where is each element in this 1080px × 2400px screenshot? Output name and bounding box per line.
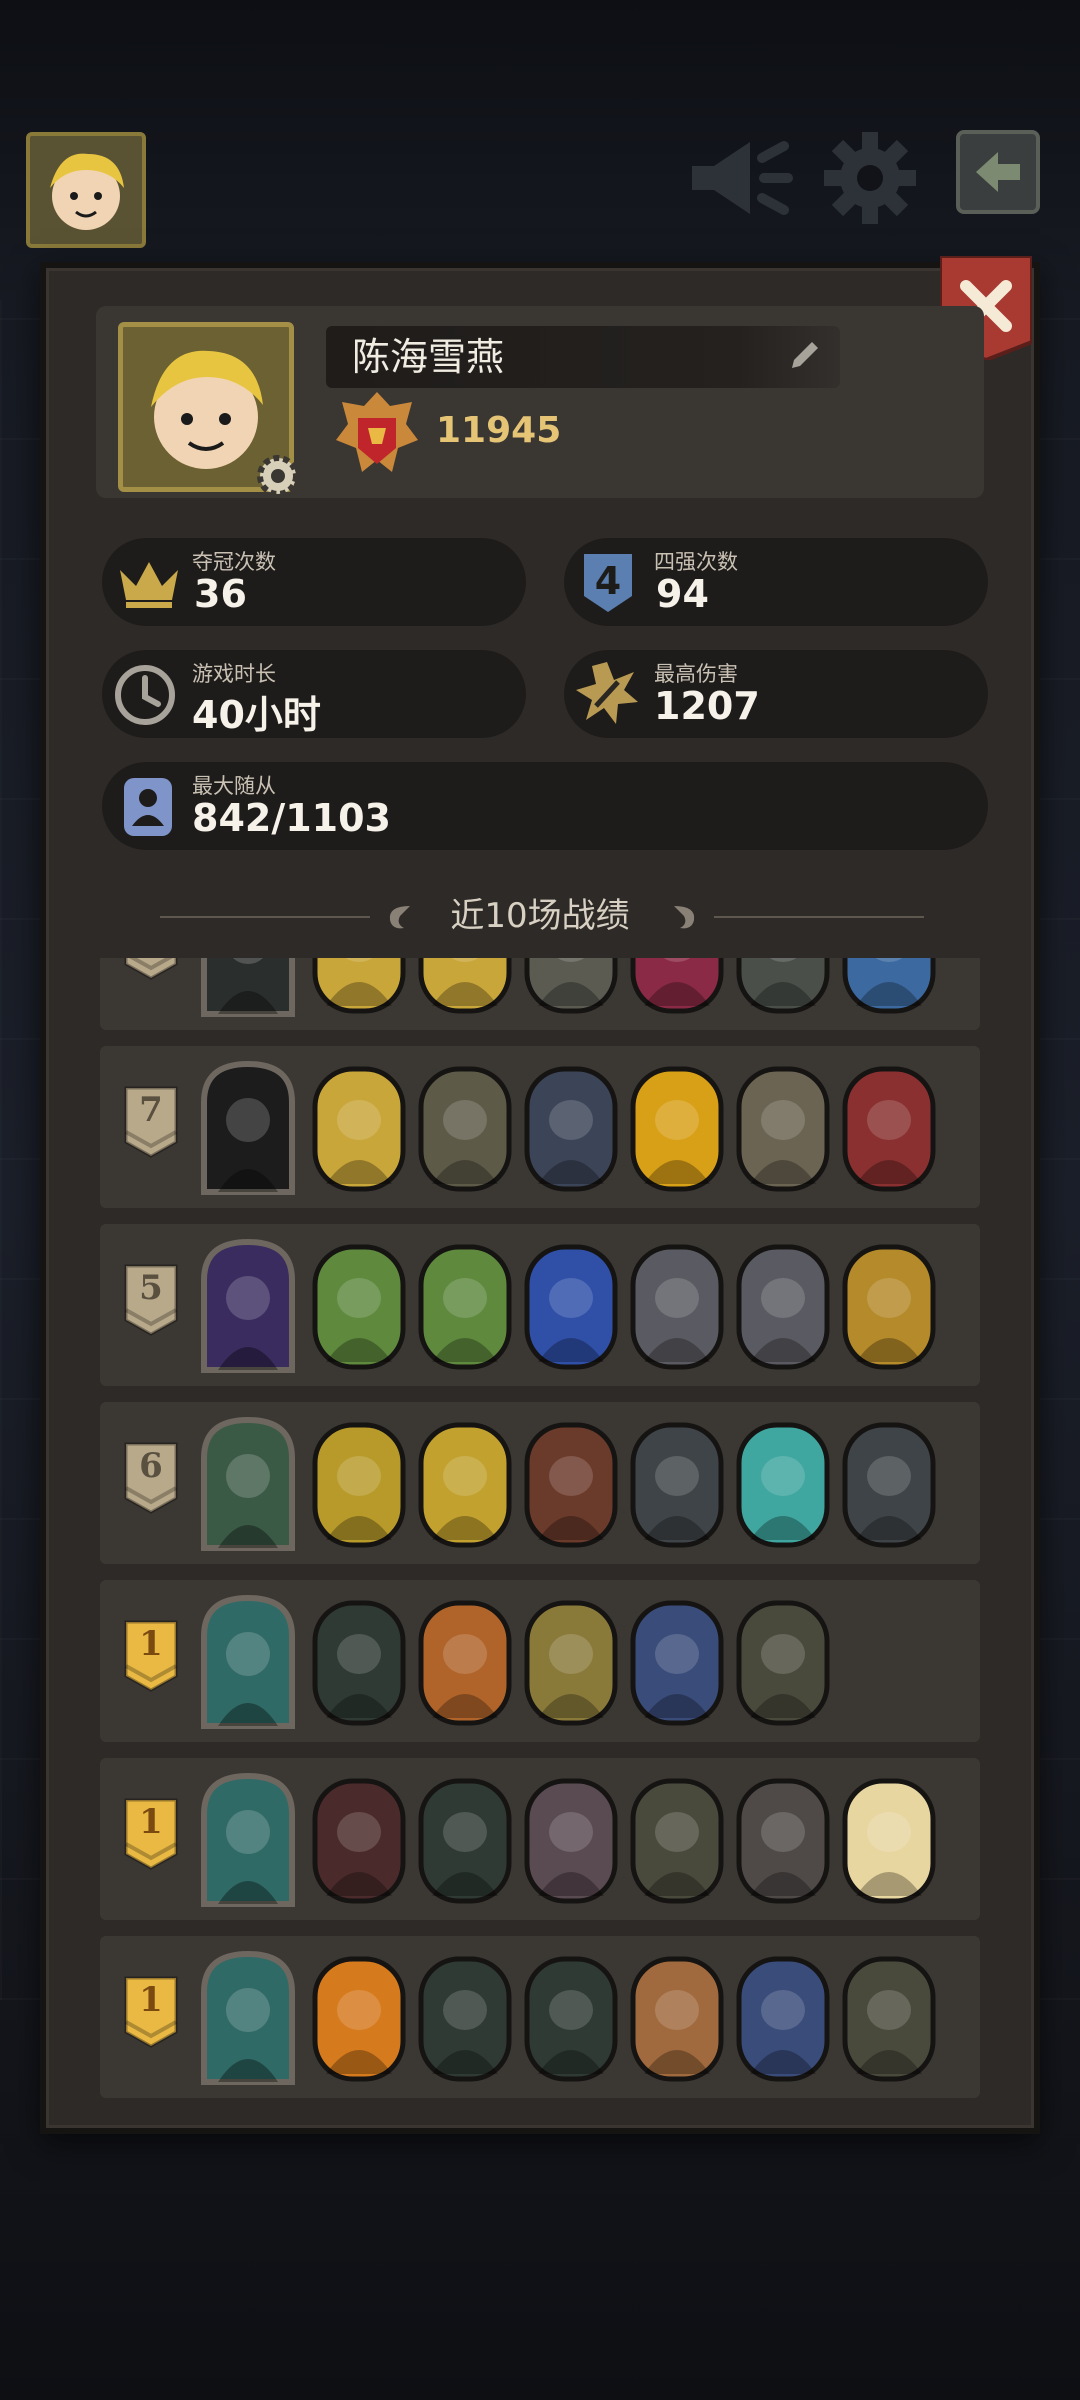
match-record[interactable]: 6 (100, 1402, 980, 1564)
unit-card[interactable] (524, 1244, 618, 1370)
rank-emblem-icon (332, 388, 422, 488)
pencil-icon[interactable] (786, 338, 822, 378)
rank-number: 5 (139, 1268, 163, 1308)
unit-card[interactable] (524, 958, 618, 1014)
unit-card[interactable] (630, 958, 724, 1014)
unit-card[interactable] (736, 1600, 830, 1726)
player-avatar-icon (50, 153, 124, 230)
clock-icon (114, 664, 176, 730)
match-record[interactable]: 1 (100, 1758, 980, 1920)
unit-card[interactable] (736, 1244, 830, 1370)
rank-badge-icon (124, 958, 178, 980)
rank-number: 1 (139, 1802, 163, 1842)
unit-card[interactable] (842, 958, 936, 1014)
unit-card[interactable] (418, 1422, 512, 1548)
hero-portrait[interactable] (196, 1236, 300, 1374)
unit-card[interactable] (524, 1600, 618, 1726)
unit-card[interactable] (312, 1778, 406, 1904)
unit-card[interactable] (418, 1778, 512, 1904)
unit-card[interactable] (736, 1956, 830, 2082)
unit-card[interactable] (630, 1066, 724, 1192)
follower-icon (120, 774, 176, 844)
rank-number: 1 (139, 1624, 163, 1664)
top-player-avatar[interactable] (26, 132, 146, 248)
rank-badge: 7 (124, 1086, 178, 1158)
unit-card[interactable] (524, 1422, 618, 1548)
unit-card[interactable] (524, 1956, 618, 2082)
rank-number: 1 (139, 1980, 163, 2020)
rank-badge: 5 (124, 1264, 178, 1336)
recent-matches-list[interactable]: 5 7 5 6 1 1 1 (100, 958, 984, 2098)
unit-card[interactable] (312, 1600, 406, 1726)
unit-card[interactable] (630, 1422, 724, 1548)
unit-card[interactable] (312, 1244, 406, 1370)
gear-icon[interactable] (820, 128, 920, 232)
rank-number: 6 (139, 1446, 163, 1486)
unit-card[interactable] (524, 1066, 618, 1192)
rank-badge: 1 (124, 1798, 178, 1870)
stat-value: 36 (194, 572, 247, 616)
hero-portrait[interactable] (196, 1948, 300, 2086)
match-record[interactable]: 1 (100, 1580, 980, 1742)
hero-portrait[interactable] (196, 1414, 300, 1552)
unit-card[interactable] (842, 1956, 936, 2082)
match-record[interactable]: 5 (100, 1224, 980, 1386)
divider-right (714, 916, 924, 918)
recent-matches-title: 近10场战绩 (450, 896, 630, 936)
stat-value: 94 (656, 572, 709, 616)
unit-card[interactable] (630, 1778, 724, 1904)
avatar-settings-gear-icon[interactable] (254, 452, 302, 504)
megaphone-icon[interactable] (684, 128, 794, 232)
hero-portrait[interactable] (196, 1592, 300, 1730)
player-score: 11945 (436, 410, 562, 451)
unit-card[interactable] (842, 1778, 936, 1904)
unit-card[interactable] (736, 958, 830, 1014)
unit-card[interactable] (418, 1600, 512, 1726)
rank-badge: 5 (124, 958, 178, 980)
unit-card[interactable] (312, 1422, 406, 1548)
stat-value: 1207 (654, 684, 760, 728)
unit-card[interactable] (418, 1244, 512, 1370)
rank-badge: 1 (124, 1976, 178, 2048)
stat-value: 842/1103 (192, 796, 391, 840)
rank-number: 7 (139, 1090, 163, 1130)
crown-icon (116, 556, 182, 614)
unit-card[interactable] (418, 1956, 512, 2082)
unit-card[interactable] (736, 1066, 830, 1192)
unit-card[interactable] (736, 1422, 830, 1548)
match-record[interactable]: 7 (100, 1046, 980, 1208)
unit-card[interactable] (418, 1066, 512, 1192)
unit-card[interactable] (842, 1422, 936, 1548)
match-record[interactable]: 5 (100, 958, 980, 1030)
unit-card[interactable] (842, 1244, 936, 1370)
unit-card[interactable] (736, 1778, 830, 1904)
hero-portrait[interactable] (196, 958, 300, 1018)
unit-card[interactable] (312, 1066, 406, 1192)
burst-icon (574, 660, 640, 730)
unit-card[interactable] (842, 1066, 936, 1192)
stat-value: 40小时 (192, 693, 321, 737)
rank-badge: 1 (124, 1620, 178, 1692)
top4-icon-glyph: 4 (595, 559, 621, 603)
unit-card[interactable] (630, 1956, 724, 2082)
top4-icon: 4 (580, 550, 636, 620)
unit-card[interactable] (524, 1778, 618, 1904)
match-record[interactable]: 1 (100, 1936, 980, 2098)
player-name: 陈海雪燕 (352, 335, 505, 379)
exit-arrow-icon[interactable] (954, 128, 1042, 220)
unit-card[interactable] (312, 1956, 406, 2082)
rank-badge: 6 (124, 1442, 178, 1514)
ornament-right-icon (668, 900, 702, 938)
hero-portrait[interactable] (196, 1770, 300, 1908)
unit-card[interactable] (630, 1600, 724, 1726)
unit-card[interactable] (418, 958, 512, 1014)
unit-card[interactable] (312, 958, 406, 1014)
hero-portrait[interactable] (196, 1058, 300, 1196)
unit-card[interactable] (630, 1244, 724, 1370)
